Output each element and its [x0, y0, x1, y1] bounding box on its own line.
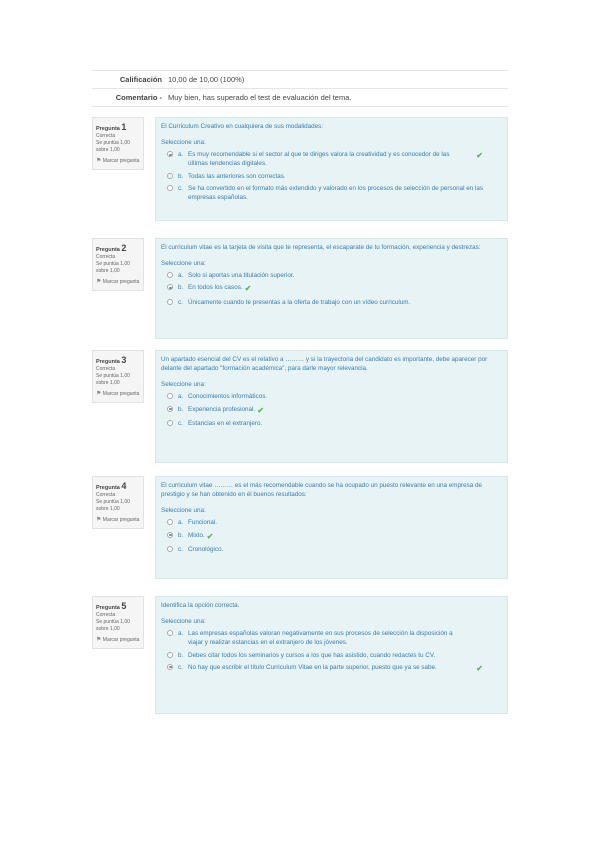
question-score: Se puntúa 1,00 sobre 1,00 [96, 140, 130, 153]
answer-radio[interactable] [167, 172, 173, 179]
flag-icon: ⚑ [96, 516, 102, 523]
question-status: Correcta [96, 133, 116, 140]
answer-radio[interactable] [167, 272, 173, 279]
check-icon: ✔ [476, 663, 483, 673]
flag-icon: ⚑ [96, 390, 102, 397]
question-info: Pregunta 2 Correcta Se puntúa 1,00 sobre… [92, 238, 144, 291]
grade-label: Calificación [119, 75, 162, 84]
question-text: El curriculum vitae ……… es el más recome… [161, 482, 482, 499]
question-text: El Curriculum Creativo en cualquiera de … [161, 123, 324, 130]
question-number: Pregunta 5 [96, 601, 127, 611]
grade-row: Calificación 10,00 de 10,00 (100%) [92, 70, 508, 89]
answer-radio[interactable] [167, 393, 173, 400]
flag-question-button[interactable]: ⚑ Marcar pregunta [96, 157, 140, 165]
answer-option[interactable]: c. Únicamente cuando te presentas a la o… [167, 298, 502, 307]
question-score: Se puntúa 1,00 sobre 1,00 [96, 619, 130, 632]
answer-option[interactable]: b. Experiencia profesional. ✔ [167, 405, 502, 417]
question-number: Pregunta 2 [96, 243, 127, 253]
question-info: Pregunta 3 Correcta Se puntúa 1,00 sobre… [92, 350, 144, 403]
answer-radio[interactable] [167, 298, 173, 305]
flag-question-button[interactable]: ⚑ Marcar pregunta [96, 278, 140, 286]
answer-option[interactable]: b. Mixto. ✔ [167, 531, 502, 543]
answer-option[interactable]: a. Es muy recomendable si el sector al q… [167, 150, 502, 168]
question-status: Correcta [96, 366, 116, 373]
answer-radio[interactable] [167, 184, 173, 191]
question-content: El curriculum vitae ……… es el más recome… [155, 476, 508, 579]
answer-option[interactable]: a. Solo si aportas una titulación superi… [167, 271, 502, 280]
question-score: Se puntúa 1,00 sobre 1,00 [96, 499, 130, 512]
answer-radio[interactable] [167, 405, 173, 412]
question-text: Un apartado esencial del CV es el relati… [161, 356, 488, 373]
answer-radio[interactable] [167, 651, 173, 658]
question-info: Pregunta 5 Correcta Se puntúa 1,00 sobre… [92, 596, 144, 649]
comment-row: Comentario - Muy bien, has superado el t… [92, 89, 508, 107]
question-info: Pregunta 4 Correcta Se puntúa 1,00 sobre… [92, 476, 144, 529]
question-text: El curriculum vitae es la tarjeta de vis… [161, 244, 481, 251]
question-info: Pregunta 1 Correcta Se puntúa 1,00 sobre… [92, 117, 144, 170]
question-number: Pregunta 3 [96, 355, 127, 365]
answer-option[interactable]: a. Funcional. [167, 518, 502, 527]
check-icon: ✔ [206, 531, 214, 541]
answer-radio[interactable] [167, 284, 173, 291]
answer-option[interactable]: c. No hay que escribir el título Curricu… [167, 663, 502, 673]
check-icon: ✔ [476, 151, 483, 161]
flag-icon: ⚑ [96, 157, 102, 164]
question-status: Correcta [96, 492, 116, 499]
answer-prompt: Seleccione una: [161, 507, 206, 515]
comment-label: Comentario - [115, 93, 162, 102]
answer-radio[interactable] [167, 630, 173, 637]
answer-radio[interactable] [167, 420, 173, 427]
answer-radio[interactable] [167, 663, 173, 670]
answer-option[interactable]: c. Estancias en el extranjero. [167, 419, 502, 428]
check-icon: ✔ [257, 405, 264, 415]
question-status: Correcta [96, 612, 116, 619]
question-score: Se puntúa 1,00 sobre 1,00 [96, 261, 130, 274]
answer-option[interactable]: b. Todas las anteriores son correctas. [167, 172, 502, 181]
comment-value: Muy bien, has superado el test de evalua… [168, 93, 352, 102]
question-content: El Curriculum Creativo en cualquiera de … [155, 117, 508, 221]
answer-radio[interactable] [167, 519, 173, 526]
answer-radio[interactable] [167, 531, 173, 538]
answer-radio[interactable] [167, 151, 173, 158]
flag-question-button[interactable]: ⚑ Marcar pregunta [96, 390, 140, 398]
question-score: Se puntúa 1,00 sobre 1,00 [96, 373, 130, 386]
answer-option[interactable]: a. Las empresas españolas valoran negati… [167, 629, 502, 647]
question-content: Identifica la opción correcta. Seleccion… [155, 596, 508, 714]
answer-option[interactable]: b. Debes citar todos los seminarios y cu… [167, 651, 502, 660]
flag-question-button[interactable]: ⚑ Marcar pregunta [96, 636, 140, 644]
answer-option[interactable]: b. En todos los casos. ✔ [167, 283, 502, 295]
flag-icon: ⚑ [96, 636, 102, 643]
check-icon: ✔ [244, 284, 252, 294]
question-number: Pregunta 4 [96, 481, 127, 491]
answer-option[interactable]: c. Cronológico. [167, 545, 502, 554]
answer-option[interactable]: c. Se ha convertido en el formato más ex… [167, 184, 502, 202]
flag-icon: ⚑ [96, 278, 102, 285]
answer-prompt: Seleccione una: [161, 381, 206, 389]
answer-prompt: Seleccione una: [161, 618, 206, 626]
question-text: Identifica la opción correcta. [161, 602, 240, 609]
grade-value: 10,00 de 10,00 (100%) [168, 75, 245, 84]
answer-option[interactable]: a. Conocimientos informáticos. [167, 392, 502, 401]
quiz-summary: Calificación 10,00 de 10,00 (100%) Comen… [92, 70, 508, 107]
question-status: Correcta [96, 254, 116, 261]
flag-question-button[interactable]: ⚑ Marcar pregunta [96, 516, 140, 524]
answer-prompt: Seleccione una: [161, 260, 206, 268]
question-content: El curriculum vitae es la tarjeta de vis… [155, 238, 508, 339]
answer-prompt: Seleccione una: [161, 139, 206, 147]
answer-radio[interactable] [167, 546, 173, 553]
question-number: Pregunta 1 [96, 122, 127, 132]
question-content: Un apartado esencial del CV es el relati… [155, 350, 508, 463]
